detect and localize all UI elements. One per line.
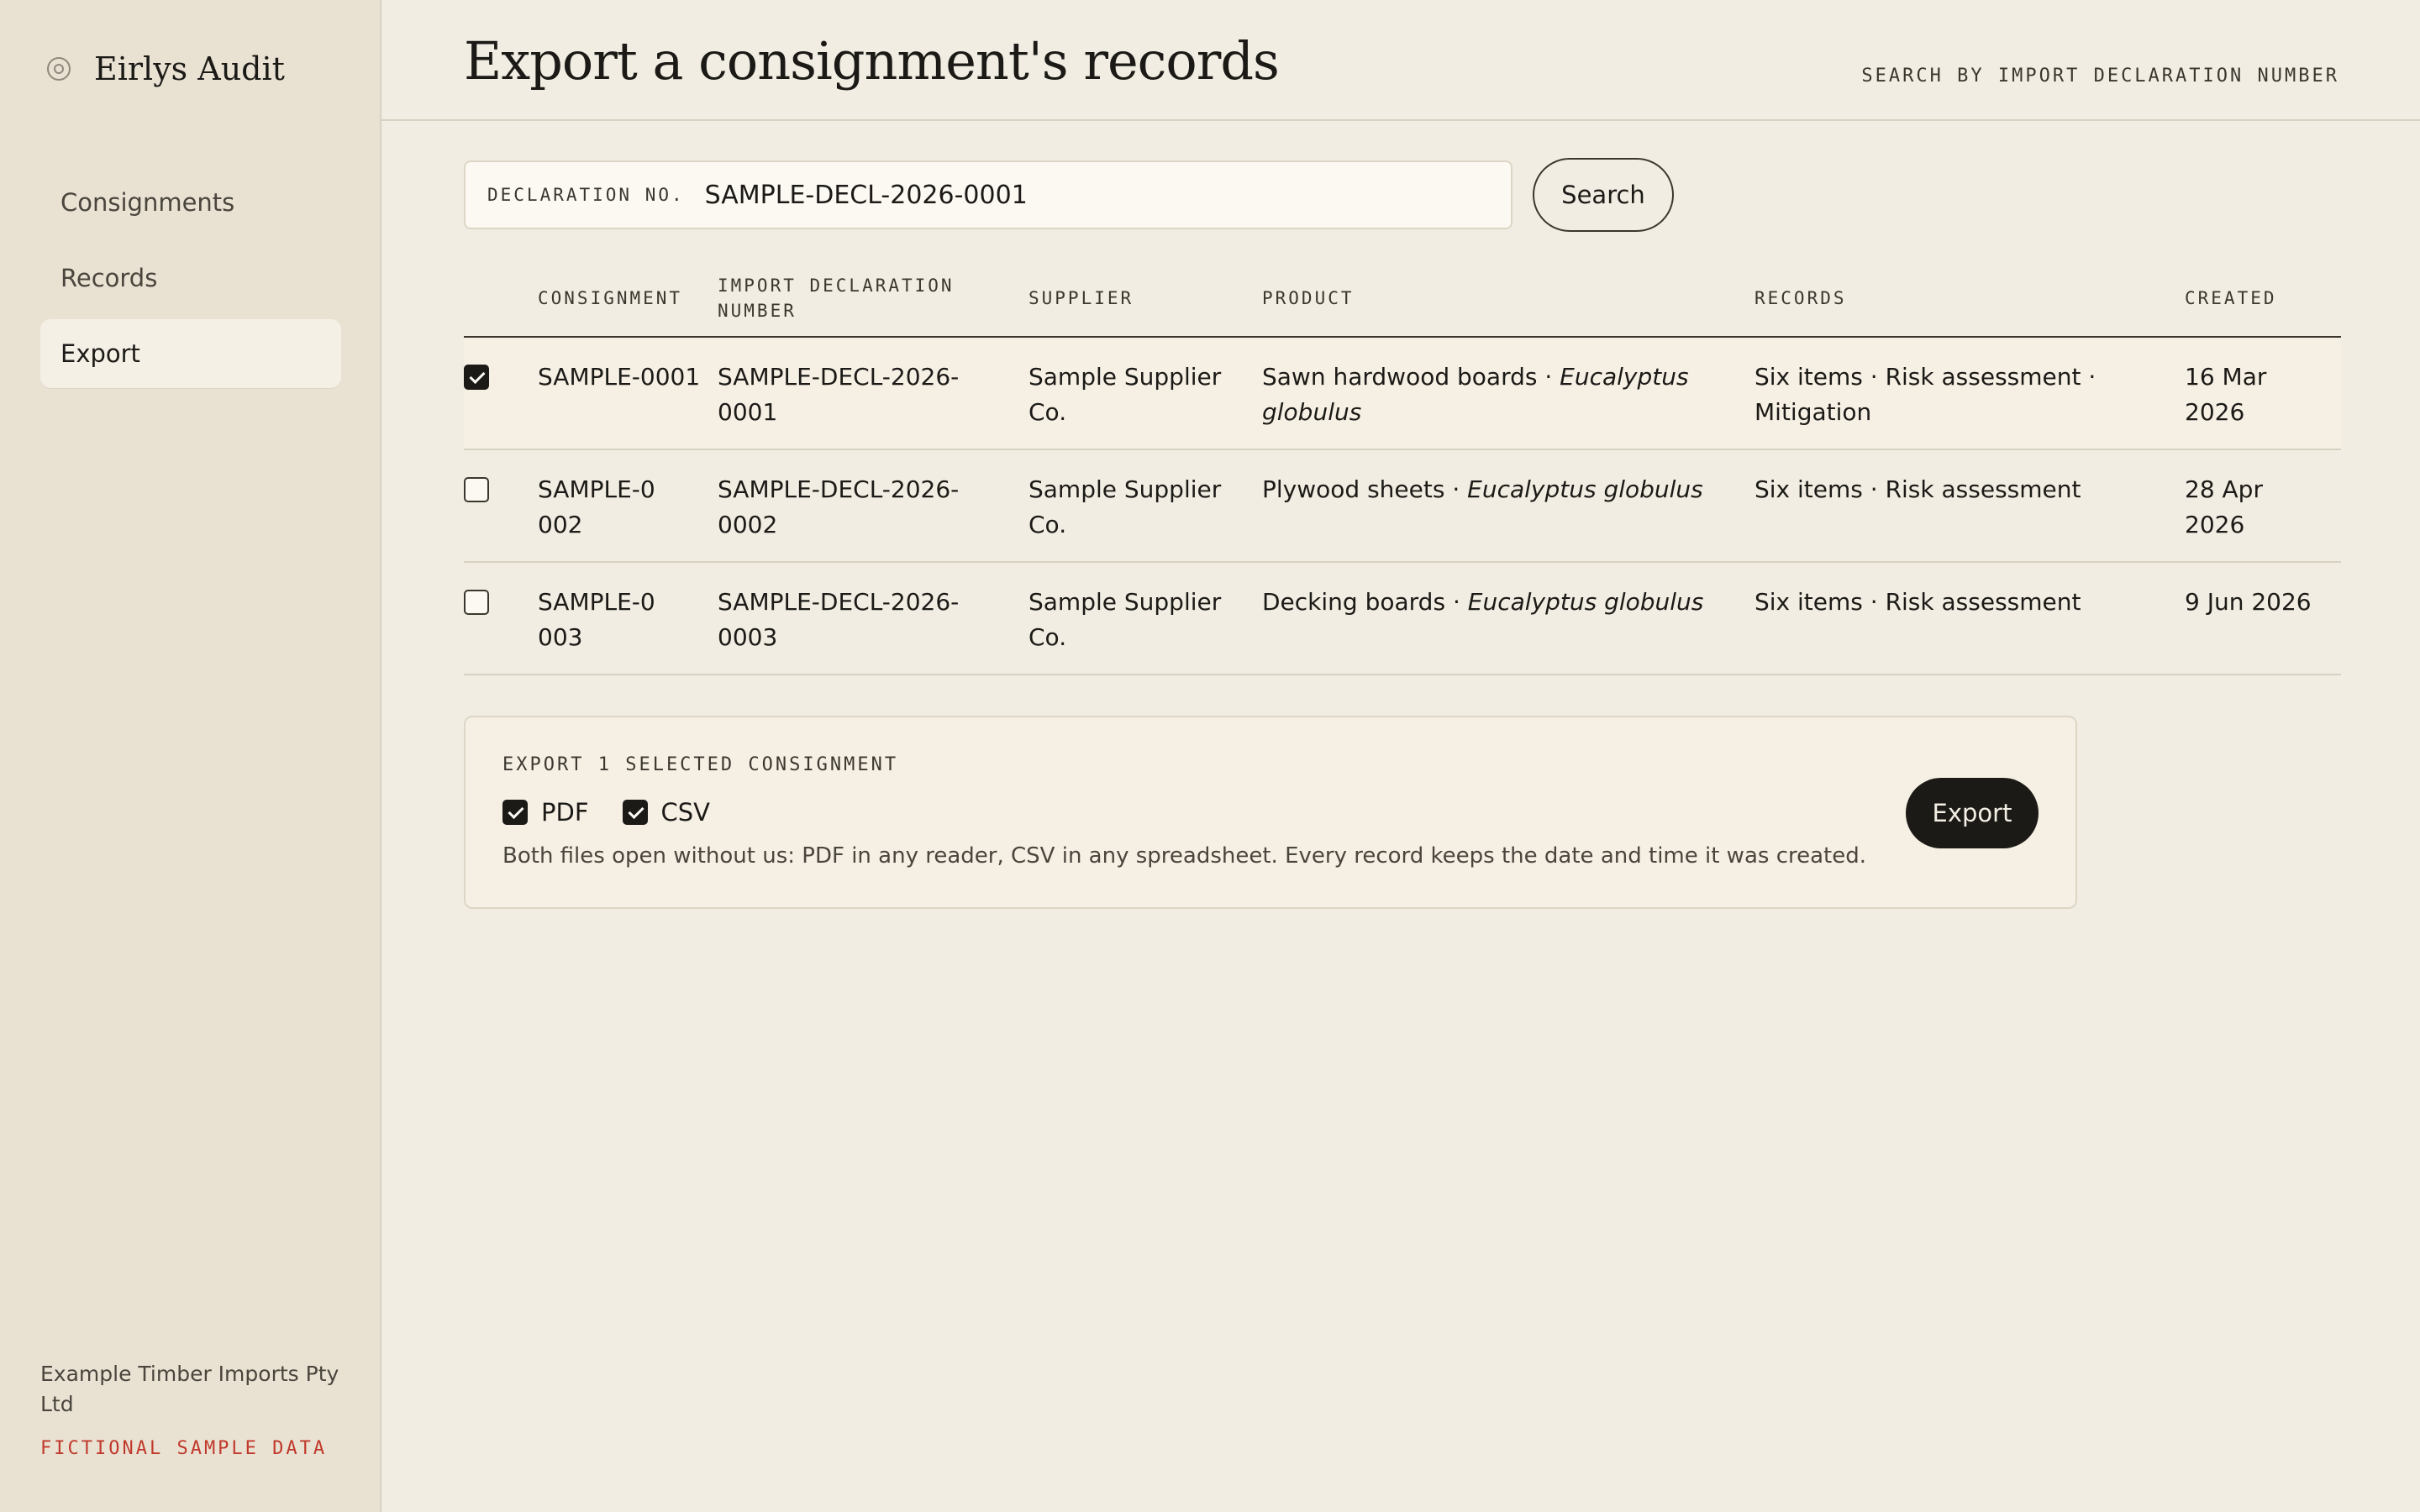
sidebar: Eirlys Audit Consignments Records Export… bbox=[0, 0, 381, 1512]
app-name: Eirlys Audit bbox=[94, 50, 285, 87]
table-row[interactable]: SAMPLE-0002 SAMPLE-DECL-2026-0002 Sample… bbox=[464, 450, 2341, 563]
export-button[interactable]: Export bbox=[1906, 778, 2039, 848]
supplier-name: Sample Supplier Co. bbox=[1028, 588, 1222, 651]
supplier-name: Sample Supplier Co. bbox=[1028, 475, 1222, 538]
product-description: Decking boards · Eucalyptus globulus bbox=[1262, 585, 1754, 674]
product-name: Plywood sheets · bbox=[1262, 475, 1468, 503]
row-select-checkbox[interactable] bbox=[464, 365, 489, 390]
page-header: Export a consignment's records SEARCH BY… bbox=[381, 0, 2420, 121]
csv-label: CSV bbox=[660, 798, 711, 827]
app-window: Eirlys Audit Consignments Records Export… bbox=[0, 0, 2420, 1512]
pdf-checkbox[interactable] bbox=[502, 800, 528, 825]
search-button[interactable]: Search bbox=[1533, 158, 1674, 232]
consignments-table: CONSIGNMENT IMPORT DECLARATION NUMBER SU… bbox=[464, 260, 2341, 675]
export-note: Both files open without us: PDF in any r… bbox=[502, 843, 1866, 869]
declaration-search-input[interactable] bbox=[702, 179, 1463, 211]
created-date: 28 Apr 2026 bbox=[2185, 475, 2263, 538]
product-name: Sawn hardwood boards · bbox=[1262, 363, 1560, 391]
csv-checkbox[interactable] bbox=[622, 800, 648, 825]
sidebar-nav: Consignments Records Export bbox=[40, 168, 341, 395]
sample-data-tag: FICTIONAL SAMPLE DATA bbox=[40, 1438, 328, 1459]
product-species: Eucalyptus globulus bbox=[1467, 588, 1704, 616]
product-name: Decking boards · bbox=[1262, 588, 1468, 616]
main-content: Export a consignment's records SEARCH BY… bbox=[381, 0, 2420, 1512]
table-row[interactable]: SAMPLE-0003 SAMPLE-DECL-2026-0003 Sample… bbox=[464, 563, 2341, 675]
row-select-checkbox[interactable] bbox=[464, 477, 489, 502]
export-formats: PDF CSV bbox=[502, 798, 744, 827]
supplier-name: Sample Supplier Co. bbox=[1028, 363, 1222, 426]
sidebar-item-records[interactable]: Records bbox=[40, 244, 341, 312]
logo-icon bbox=[47, 57, 71, 81]
product-description: Plywood sheets · Eucalyptus globulus bbox=[1262, 472, 1754, 561]
column-header-records: RECORDS bbox=[1754, 288, 1847, 308]
consignment-id: SAMPLE-0003 bbox=[538, 588, 655, 651]
format-option-csv[interactable]: CSV bbox=[622, 798, 711, 827]
declaration-search-field[interactable]: DECLARATION NO. bbox=[464, 160, 1512, 229]
declaration-number: SAMPLE-DECL-2026-0002 bbox=[718, 475, 960, 538]
search-row: DECLARATION NO. Search bbox=[464, 158, 1674, 232]
column-header-supplier: SUPPLIER bbox=[1028, 288, 1134, 308]
sidebar-item-export[interactable]: Export bbox=[40, 319, 341, 388]
declaration-field-label: DECLARATION NO. bbox=[487, 185, 685, 205]
product-description: Sawn hardwood boards · Eucalyptus globul… bbox=[1262, 360, 1699, 449]
header-hint: SEARCH BY IMPORT DECLARATION NUMBER bbox=[1861, 66, 2339, 87]
records-summary: Six items · Risk assessment bbox=[1754, 475, 2081, 503]
export-heading: EXPORT 1 SELECTED CONSIGNMENT bbox=[502, 754, 899, 775]
created-date: 16 Mar 2026 bbox=[2185, 363, 2267, 426]
column-header-declaration: IMPORT DECLARATION NUMBER bbox=[718, 276, 955, 321]
declaration-number: SAMPLE-DECL-2026-0001 bbox=[718, 363, 960, 426]
consignment-id: SAMPLE-0001 bbox=[538, 363, 701, 391]
export-panel: EXPORT 1 SELECTED CONSIGNMENT PDF CSV Bo… bbox=[464, 716, 2077, 909]
pdf-label: PDF bbox=[541, 798, 589, 827]
page-title: Export a consignment's records bbox=[464, 30, 1280, 92]
created-date: 9 Jun 2026 bbox=[2185, 588, 2312, 616]
product-species: Eucalyptus globulus bbox=[1467, 475, 1703, 503]
brand[interactable]: Eirlys Audit bbox=[47, 50, 285, 87]
column-header-consignment: CONSIGNMENT bbox=[538, 288, 683, 308]
table-header: CONSIGNMENT IMPORT DECLARATION NUMBER SU… bbox=[464, 260, 2341, 338]
declaration-number: SAMPLE-DECL-2026-0003 bbox=[718, 588, 960, 651]
sidebar-item-consignments[interactable]: Consignments bbox=[40, 168, 341, 237]
format-option-pdf[interactable]: PDF bbox=[502, 798, 589, 827]
organization-name: Example Timber Imports Pty Ltd bbox=[40, 1362, 339, 1416]
table-row[interactable]: SAMPLE-0001 SAMPLE-DECL-2026-0001 Sample… bbox=[464, 338, 2341, 450]
column-header-product: PRODUCT bbox=[1262, 288, 1355, 308]
consignment-id: SAMPLE-0002 bbox=[538, 475, 655, 538]
row-select-checkbox[interactable] bbox=[464, 590, 489, 615]
column-header-created: CREATED bbox=[2185, 288, 2277, 308]
records-summary: Six items · Risk assessment · Mitigation bbox=[1754, 363, 2096, 426]
records-summary: Six items · Risk assessment bbox=[1754, 588, 2081, 616]
